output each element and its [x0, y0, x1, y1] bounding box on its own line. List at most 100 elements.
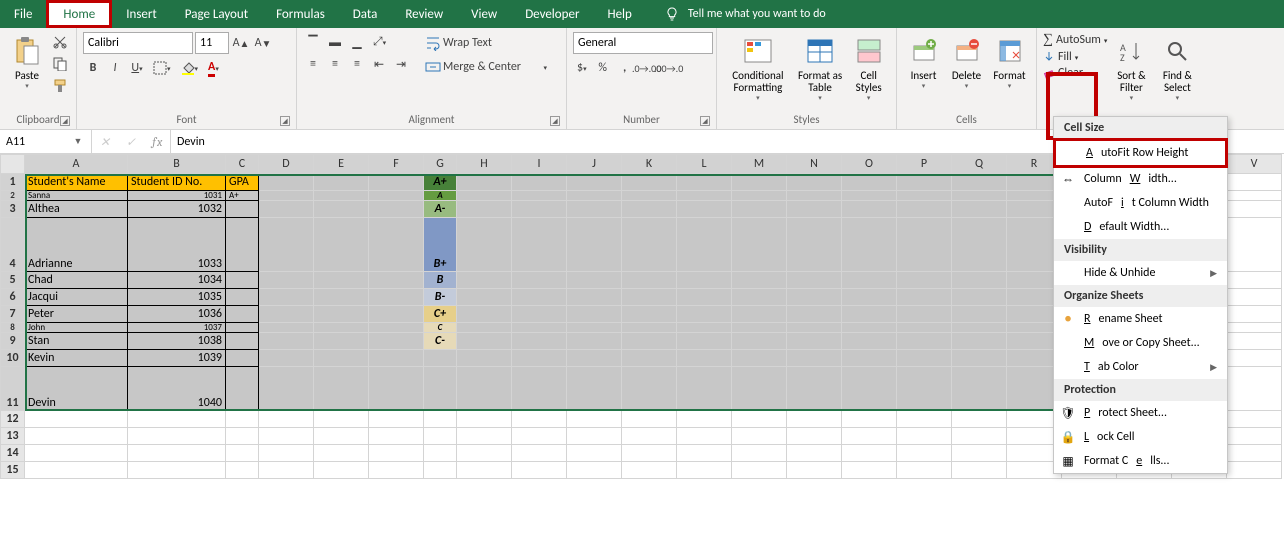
cell-V4[interactable] — [1227, 218, 1282, 272]
cell-Q12[interactable] — [952, 411, 1007, 428]
align-middle-button[interactable]: ▬ — [325, 32, 345, 52]
cell-H10[interactable] — [457, 350, 512, 367]
cell-E13[interactable] — [314, 428, 369, 445]
align-bottom-button[interactable]: ▁ — [347, 32, 367, 52]
number-dialog-launcher[interactable]: ◢ — [700, 116, 710, 126]
increase-indent-button[interactable]: ⇥ — [391, 54, 411, 74]
cell-E6[interactable] — [314, 289, 369, 306]
cell-I7[interactable] — [512, 306, 567, 323]
cell-I11[interactable] — [512, 367, 567, 411]
cell-L4[interactable] — [677, 218, 732, 272]
name-box-input[interactable] — [0, 135, 70, 149]
row-header-3[interactable]: 3 — [1, 201, 25, 218]
underline-button[interactable]: U ▾ — [127, 58, 147, 78]
cell-V15[interactable] — [1227, 462, 1282, 479]
cell-C6[interactable] — [226, 289, 259, 306]
cell-N13[interactable] — [787, 428, 842, 445]
col-header-J[interactable]: J — [567, 155, 622, 174]
cell-A1[interactable]: Student's Name — [25, 174, 128, 191]
cell-O11[interactable] — [842, 367, 897, 411]
cell-V2[interactable] — [1227, 191, 1282, 201]
cell-G14[interactable] — [424, 445, 457, 462]
cell-I10[interactable] — [512, 350, 567, 367]
cell-K7[interactable] — [622, 306, 677, 323]
cell-I2[interactable] — [512, 191, 567, 201]
row-header-10[interactable]: 10 — [1, 350, 25, 367]
cell-N10[interactable] — [787, 350, 842, 367]
cell-P1[interactable] — [897, 174, 952, 191]
tab-home[interactable]: Home — [46, 0, 112, 28]
cell-V6[interactable] — [1227, 289, 1282, 306]
cell-F12[interactable] — [369, 411, 424, 428]
tab-developer[interactable]: Developer — [511, 0, 593, 28]
bold-button[interactable]: B — [83, 58, 103, 78]
cell-C10[interactable] — [226, 350, 259, 367]
cell-M14[interactable] — [732, 445, 787, 462]
cell-L14[interactable] — [677, 445, 732, 462]
cell-J6[interactable] — [567, 289, 622, 306]
col-header-B[interactable]: B — [128, 155, 226, 174]
cell-E9[interactable] — [314, 333, 369, 350]
cell-E4[interactable] — [314, 218, 369, 272]
cell-P4[interactable] — [897, 218, 952, 272]
tab-help[interactable]: Help — [593, 0, 645, 28]
cell-M3[interactable] — [732, 201, 787, 218]
col-header-P[interactable]: P — [897, 155, 952, 174]
cell-O12[interactable] — [842, 411, 897, 428]
cell-E11[interactable] — [314, 367, 369, 411]
cell-A14[interactable] — [25, 445, 128, 462]
cell-D5[interactable] — [259, 272, 314, 289]
cell-L2[interactable] — [677, 191, 732, 201]
cell-J11[interactable] — [567, 367, 622, 411]
row-header-7[interactable]: 7 — [1, 306, 25, 323]
cell-N5[interactable] — [787, 272, 842, 289]
cell-M8[interactable] — [732, 323, 787, 333]
cell-L3[interactable] — [677, 201, 732, 218]
cell-N3[interactable] — [787, 201, 842, 218]
cell-F11[interactable] — [369, 367, 424, 411]
find-select-button[interactable]: Find & Select — [1155, 32, 1199, 104]
cell-O10[interactable] — [842, 350, 897, 367]
cell-D4[interactable] — [259, 218, 314, 272]
cell-E7[interactable] — [314, 306, 369, 323]
cell-H13[interactable] — [457, 428, 512, 445]
format-as-table-button[interactable]: Format as Table — [795, 32, 845, 104]
cell-V3[interactable] — [1227, 201, 1282, 218]
cell-F2[interactable] — [369, 191, 424, 201]
cell-M13[interactable] — [732, 428, 787, 445]
cell-E10[interactable] — [314, 350, 369, 367]
insert-cells-button[interactable]: Insert — [903, 32, 944, 92]
cell-K11[interactable] — [622, 367, 677, 411]
cell-L10[interactable] — [677, 350, 732, 367]
cell-L7[interactable] — [677, 306, 732, 323]
cell-M1[interactable] — [732, 174, 787, 191]
cell-H8[interactable] — [457, 323, 512, 333]
font-size-input[interactable] — [195, 32, 229, 54]
cell-B8[interactable]: 1037 — [128, 323, 226, 333]
cell-B1[interactable]: Student ID No. — [128, 174, 226, 191]
cell-P12[interactable] — [897, 411, 952, 428]
cell-J15[interactable] — [567, 462, 622, 479]
cell-J7[interactable] — [567, 306, 622, 323]
cell-P8[interactable] — [897, 323, 952, 333]
cell-V13[interactable] — [1227, 428, 1282, 445]
cell-H3[interactable] — [457, 201, 512, 218]
menu-rename-sheet[interactable]: ●Rename Sheet — [1054, 307, 1227, 331]
cell-J14[interactable] — [567, 445, 622, 462]
cell-H7[interactable] — [457, 306, 512, 323]
cell-A3[interactable]: Althea — [25, 201, 128, 218]
cell-B13[interactable] — [128, 428, 226, 445]
cell-P3[interactable] — [897, 201, 952, 218]
cell-M12[interactable] — [732, 411, 787, 428]
cell-I15[interactable] — [512, 462, 567, 479]
cell-M11[interactable] — [732, 367, 787, 411]
format-painter-button[interactable] — [50, 76, 70, 96]
cell-N15[interactable] — [787, 462, 842, 479]
col-header-N[interactable]: N — [787, 155, 842, 174]
col-header-K[interactable]: K — [622, 155, 677, 174]
cell-G13[interactable] — [424, 428, 457, 445]
row-header-8[interactable]: 8 — [1, 323, 25, 333]
cell-F8[interactable] — [369, 323, 424, 333]
cell-K6[interactable] — [622, 289, 677, 306]
cell-B4[interactable]: 1033 — [128, 218, 226, 272]
